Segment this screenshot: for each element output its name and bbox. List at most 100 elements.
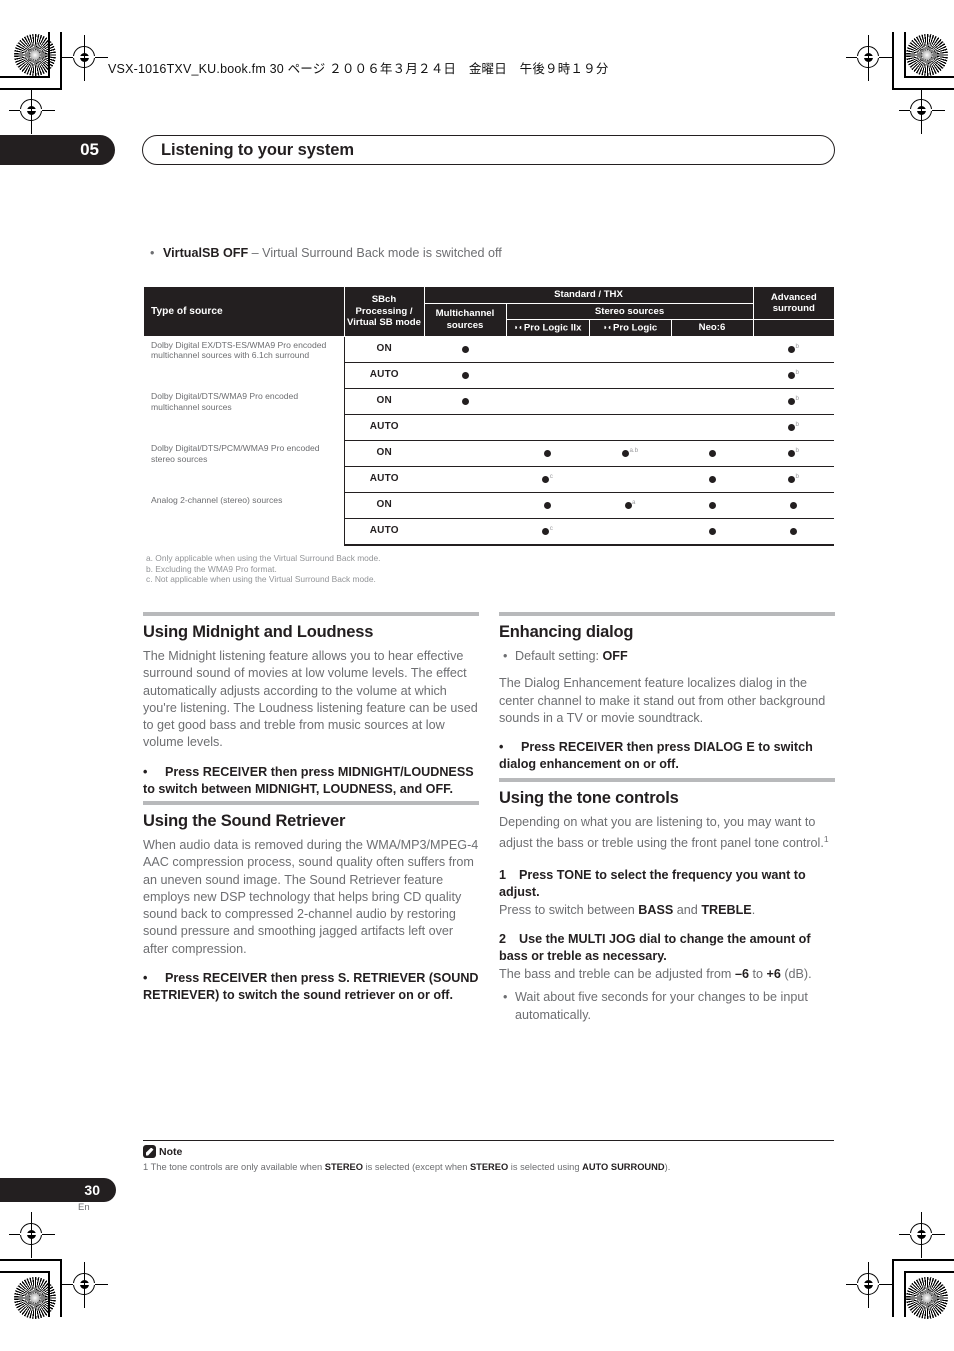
dot-mark (708, 526, 716, 537)
tone-bullet-list: Wait about five seconds for your changes… (499, 989, 835, 1024)
footnote-ref: b (795, 395, 799, 403)
cell-advanced-surround: b (753, 388, 835, 415)
cell-multichannel (424, 518, 506, 546)
cell-advanced-surround: b (753, 440, 835, 467)
note-body: 1 The tone controls are only available w… (143, 1161, 843, 1173)
pencil-icon (143, 1145, 156, 1158)
header-pro-logic-label: Pro Logic (613, 322, 658, 334)
section-rule (143, 801, 479, 805)
footnote-ref: c (549, 473, 553, 481)
dot-mark: b (788, 344, 799, 355)
dot-mark (461, 396, 469, 407)
file-header-text: VSX-1016TXV_KU.book.fm 30 ページ ２００６年３月２４日… (108, 62, 609, 76)
crop-mark-line (48, 1271, 50, 1317)
cell-pro-logic: a.b (589, 440, 671, 467)
section-heading-retriever: Using the Sound Retriever (143, 812, 346, 830)
dot-mark: b (788, 474, 799, 485)
crop-mark-line (892, 32, 894, 88)
section-body-retriever: When audio data is removed during the WM… (143, 838, 479, 956)
bullet-text: VirtualSB OFF – Virtual Surround Back mo… (150, 245, 570, 261)
dot-mark (790, 500, 798, 511)
registration-crosshair-top (62, 35, 108, 81)
cell-advanced-surround: b (753, 466, 835, 493)
cell-multichannel (424, 362, 506, 389)
dot-mark: b (788, 448, 799, 459)
footnote-ref: b (795, 421, 799, 429)
section-body-dialog: The Dialog Enhancement feature localizes… (499, 676, 826, 725)
cell-multichannel (424, 388, 506, 415)
cell-multichannel (424, 440, 506, 467)
registration-crosshair-right (899, 88, 945, 134)
cell-pro-logic-iix: c (506, 518, 589, 546)
cell-source-type: Analog 2-channel (stereo) sources (144, 492, 345, 545)
footnote-ref: c (549, 525, 553, 533)
cell-pro-logic-iix (506, 388, 589, 415)
virtualsb-off-bullet: • VirtualSB OFF – Virtual Surround Back … (150, 245, 570, 261)
cell-neo6 (671, 440, 754, 467)
tone-step-1-sub-a: Press to switch between (499, 902, 639, 917)
stereo-label: STEREO (469, 1162, 509, 1172)
cell-pro-logic (589, 336, 671, 363)
crop-mark-line (892, 1259, 894, 1317)
cell-neo6 (671, 362, 754, 389)
dot-mark: c (542, 474, 553, 485)
cell-multichannel (424, 492, 506, 519)
chapter-title-pill: Listening to your system (142, 135, 835, 165)
header-neo6: Neo:6 (670, 319, 754, 337)
instruction-dialog-text: Press RECEIVER then press DIALOG E to sw… (499, 740, 813, 772)
header-pro-logic-iix-label: Pro Logic IIx (523, 322, 582, 334)
right-column: Enhancing dialog Default setting: OFF Th… (499, 612, 835, 785)
dot-mark: a.b (621, 447, 639, 459)
treble-label: TREBLE (701, 902, 752, 917)
cell-neo6 (671, 414, 754, 441)
cell-pro-logic-iix (506, 492, 589, 519)
note-text-d: ). (664, 1162, 671, 1172)
instruction-retriever-text: Press RECEIVER then press S. RETRIEVER (… (143, 971, 479, 1003)
cell-sbch-mode: AUTO (344, 414, 424, 441)
tone-bullet-item: Wait about five seconds for your changes… (503, 989, 835, 1024)
note-divider (143, 1140, 834, 1142)
section-heading-tone: Using the tone controls (499, 789, 679, 807)
footnote-ref: b (795, 369, 799, 377)
dialog-default-item: Default setting: OFF (503, 648, 835, 666)
cell-advanced-surround (753, 492, 835, 519)
table-footnotes: a. Only applicable when using the Virtua… (146, 553, 380, 585)
table-footnote-a: a. Only applicable when using the Virtua… (146, 553, 381, 563)
tone-step-1: 1 Press TONE to select the frequency you … (499, 867, 835, 901)
dolby-logo-icon: ◗◖ (602, 322, 612, 332)
tone-step-1-sub-e: . (751, 902, 756, 917)
crop-mark-line (892, 1259, 954, 1261)
table-row: Analog 2-channel (stereo) sources ON a (144, 492, 835, 545)
header-stereo-sources: Stereo sources (505, 302, 754, 320)
auto-surround-label: AUTO SURROUND (582, 1162, 665, 1172)
dot-mark (708, 500, 716, 511)
cell-pro-logic-iix (506, 440, 589, 467)
dialog-default-value: OFF (602, 649, 628, 663)
table-row: Dolby Digital EX/DTS-ES/WMA9 Pro encoded… (144, 336, 835, 389)
tone-step-2-sub-b: to (748, 967, 767, 982)
table-footnote-b: b. Excluding the WMA9 Pro format. (146, 563, 277, 574)
dialog-default-list: Default setting: OFF (499, 648, 835, 666)
registration-crosshair-top-right (846, 35, 892, 81)
dolby-logo-icon: ◗◖ (513, 322, 523, 332)
dot-mark (790, 526, 798, 537)
header-pro-logic-iix: ◗◖ Pro Logic IIx (505, 319, 590, 337)
cell-advanced-surround: b (753, 414, 835, 441)
footnote-ref: a.b (629, 447, 639, 455)
cell-pro-logic (589, 414, 671, 441)
dot-mark (708, 474, 716, 485)
page-language-label: En (78, 1202, 90, 1213)
chapter-number-badge: 05 (0, 135, 115, 165)
left-column-lower: Using the Sound Retriever When audio dat… (143, 801, 479, 1016)
cell-pro-logic (589, 518, 671, 546)
cell-sbch-mode: ON (344, 492, 424, 519)
table-row: Dolby Digital/DTS/WMA9 Pro encoded multi… (144, 388, 835, 441)
tone-min-value: –6 (734, 967, 749, 982)
registration-crosshair-bottom-right (846, 1262, 892, 1308)
tone-step-2: 2 Use the MULTI JOG dial to change the am… (499, 931, 835, 965)
dot-mark: b (788, 422, 799, 433)
cell-advanced-surround: b (753, 362, 835, 389)
cell-sbch-mode: AUTO (344, 518, 424, 546)
bullet-icon: • (143, 764, 148, 779)
dot-mark (461, 344, 469, 355)
